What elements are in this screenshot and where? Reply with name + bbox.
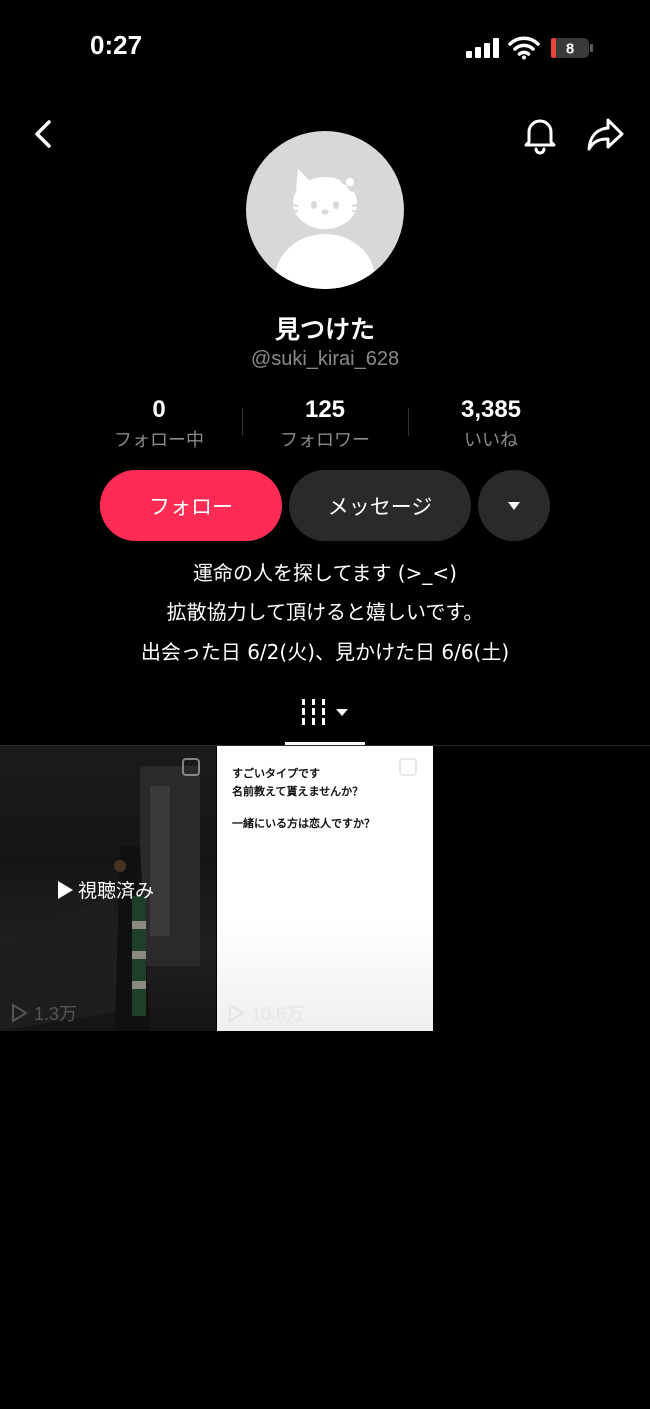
display-name: 見つけた: [274, 315, 375, 344]
stat-divider: [408, 408, 409, 436]
battery-icon: 8: [551, 38, 593, 58]
likes-label: いいね: [464, 430, 518, 451]
share-icon[interactable]: [584, 112, 628, 156]
avatar[interactable]: [246, 131, 404, 289]
video-caption-line: すごいタイプです: [232, 767, 320, 780]
play-icon: [58, 880, 73, 899]
select-checkbox[interactable]: [399, 758, 417, 776]
bio-line: 拡散協力して頂けると嬉しいです。: [166, 600, 484, 624]
view-count: 10.6万: [227, 1000, 304, 1026]
avatar-cat-icon: [275, 169, 375, 289]
view-count-value: 1.3万: [34, 1004, 78, 1024]
select-checkbox[interactable]: [182, 758, 200, 776]
following-label: フォロー中: [114, 430, 204, 451]
watched-badge: 視聴済み: [56, 876, 154, 903]
view-count: 1.3万: [10, 1000, 77, 1026]
play-outline-icon: [229, 1003, 245, 1023]
more-dropdown-button[interactable]: [478, 470, 550, 541]
wifi-icon: [508, 36, 540, 60]
bio-line: 出会った日 6/2(火)、見かけた日 6/6(土): [140, 640, 510, 664]
back-icon[interactable]: [22, 112, 66, 156]
username-handle: @suki_kirai_628: [250, 348, 400, 370]
battery-level: 8: [566, 41, 574, 58]
grid-icon[interactable]: [298, 697, 354, 729]
followers-stat[interactable]: 125 フォロワー: [255, 396, 395, 452]
status-time: 0:27: [90, 30, 143, 60]
stat-divider: [242, 408, 243, 436]
play-outline-icon: [12, 1003, 28, 1023]
signal-icon: [466, 38, 500, 58]
follow-button[interactable]: フォロー: [100, 470, 282, 541]
followers-label: フォロワー: [280, 430, 370, 451]
view-count-value: 10.6万: [251, 1004, 305, 1024]
video-caption-line: 名前教えて貰えませんか？: [232, 785, 364, 798]
dropdown-icon: [508, 501, 520, 510]
following-count: 0: [152, 396, 166, 423]
video-caption-line: 一緒にいる方は恋人ですか？: [232, 817, 375, 830]
bio-line: 運命の人を探してます (>_<): [193, 561, 457, 585]
likes-count: 3,385: [460, 396, 522, 423]
likes-stat[interactable]: 3,385 いいね: [421, 396, 561, 452]
bell-icon[interactable]: [518, 112, 562, 156]
following-stat[interactable]: 0 フォロー中: [89, 396, 229, 452]
followers-count: 125: [304, 396, 346, 423]
watched-label: 視聴済み: [78, 880, 155, 902]
message-button[interactable]: メッセージ: [289, 470, 471, 541]
